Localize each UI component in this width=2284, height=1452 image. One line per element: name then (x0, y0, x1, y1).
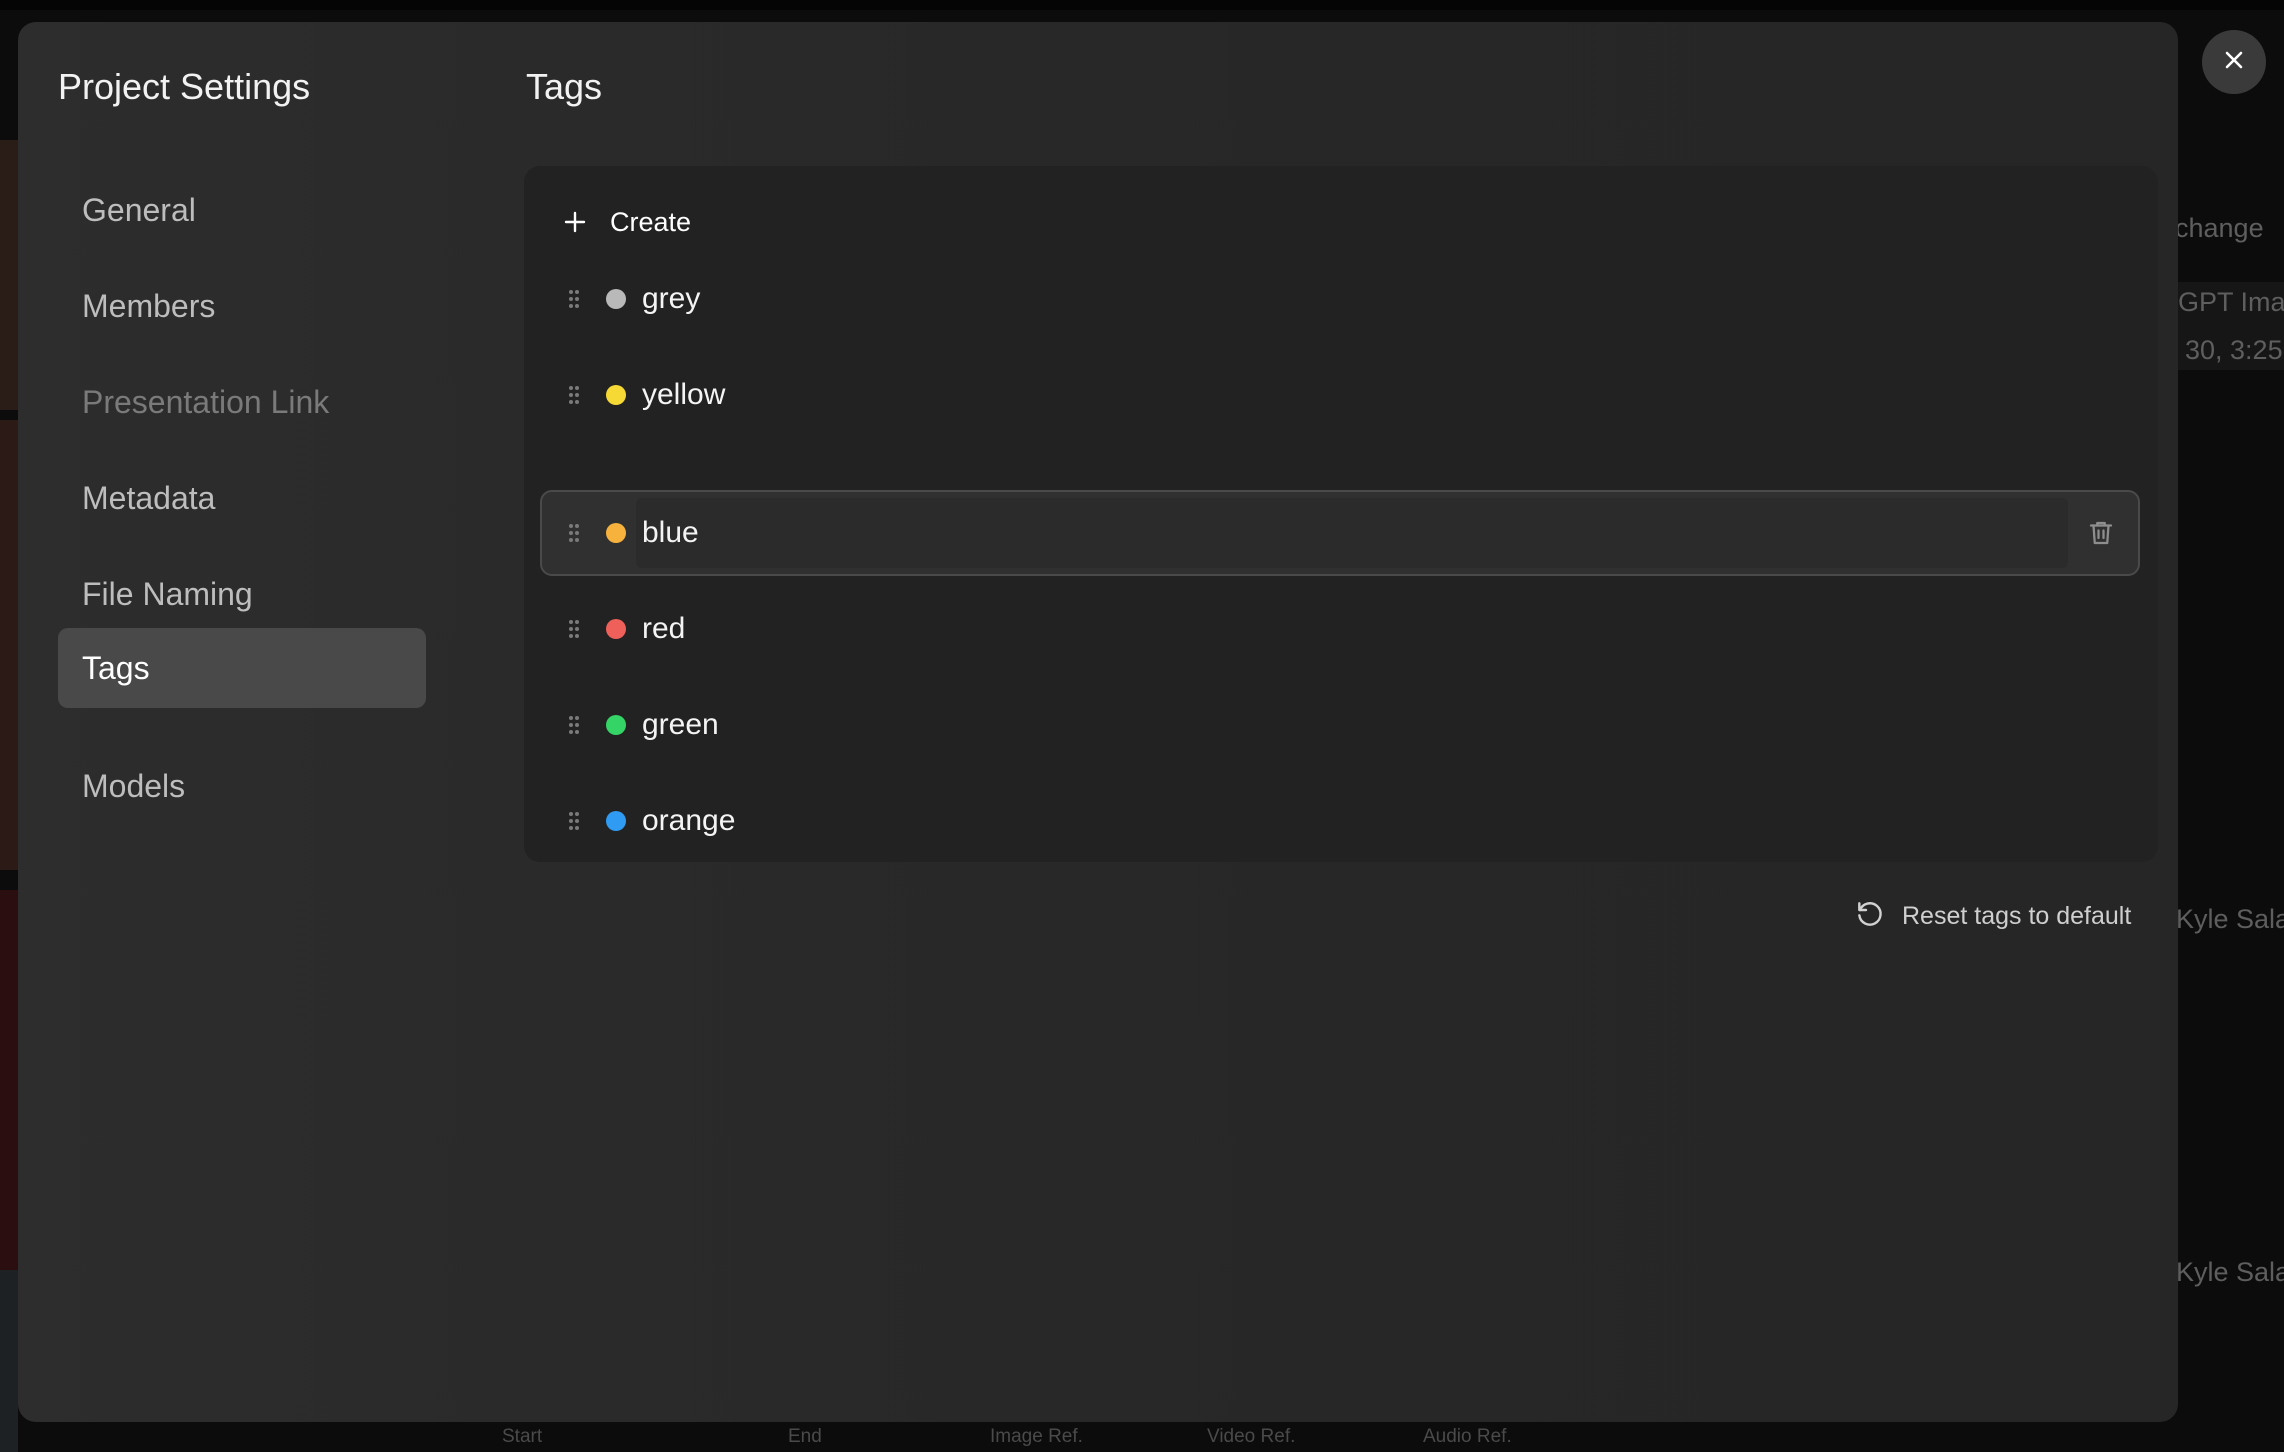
sidebar-item-metadata[interactable]: Metadata (58, 458, 426, 538)
background-top-strip (0, 0, 2284, 10)
background-bottom-label: Audio Ref. (1423, 1426, 1512, 1447)
sidebar-item-label: General (82, 191, 196, 228)
tag-row-hovered[interactable]: blue (540, 490, 2140, 576)
background-text: . 30, 3:25 (2170, 335, 2283, 365)
sidebar-title: Project Settings (58, 66, 311, 107)
sidebar-item-label: Metadata (82, 479, 216, 516)
create-tag-button[interactable]: Create (540, 182, 2140, 262)
tag-color-dot (606, 523, 626, 543)
plus-icon (564, 205, 610, 239)
sidebar-item-label: Models (82, 767, 186, 804)
background-thumbnail (0, 420, 18, 870)
drag-handle-icon[interactable] (542, 619, 598, 639)
reset-tags-button[interactable]: Reset tags to default (1854, 896, 2131, 936)
background-thumbnail (0, 140, 18, 410)
tag-row[interactable]: green (540, 682, 2140, 768)
tag-color-dot (606, 811, 626, 831)
tag-row[interactable]: grey (540, 256, 2140, 342)
tag-color-dot (606, 619, 626, 639)
drag-handle-icon[interactable] (542, 811, 598, 831)
sidebar-item-label: File Naming (82, 575, 253, 612)
close-icon (2222, 48, 2246, 77)
create-tag-label: Create (610, 206, 692, 237)
sidebar-item-presentation-link[interactable]: Presentation Link (58, 362, 426, 442)
settings-content: Tags Create grey yellow blue red green o… (508, 22, 2178, 1422)
tag-label: grey (642, 282, 701, 315)
sidebar-item-models[interactable]: Models (58, 746, 426, 826)
background-thumbnail (0, 890, 18, 1270)
drag-handle-icon[interactable] (542, 523, 598, 543)
drag-handle-icon[interactable] (542, 385, 598, 405)
tag-color-dot (606, 715, 626, 735)
background-bottom-bar: Start End Image Ref. Video Ref. Audio Re… (0, 1420, 2284, 1452)
tag-label: blue (642, 516, 699, 549)
sidebar-item-file-naming[interactable]: File Naming (58, 554, 426, 634)
background-text: Kyle Sala (2176, 904, 2284, 934)
sidebar-item-label: Presentation Link (82, 383, 330, 420)
background-bottom-label: Image Ref. (990, 1426, 1083, 1447)
close-button[interactable] (2202, 30, 2266, 94)
settings-sidebar: Project Settings General Members Present… (18, 22, 488, 1422)
drag-handle-icon[interactable] (542, 289, 598, 309)
drag-handle-icon[interactable] (542, 715, 598, 735)
tag-label: green (642, 708, 719, 741)
sidebar-item-general[interactable]: General (58, 170, 426, 250)
tag-color-dot (606, 385, 626, 405)
tag-row[interactable]: orange (540, 778, 2140, 864)
sidebar-item-tags[interactable]: Tags (58, 628, 426, 708)
background-text: Kyle Sala (2176, 1257, 2284, 1287)
tag-row[interactable]: red (540, 586, 2140, 672)
trash-icon[interactable] (2086, 518, 2116, 548)
background-bottom-label: End (788, 1426, 822, 1447)
tag-label: red (642, 612, 686, 645)
tag-color-dot (606, 289, 626, 309)
background-bottom-label: Video Ref. (1207, 1426, 1296, 1447)
tag-row[interactable]: yellow (540, 352, 2140, 438)
sidebar-item-members[interactable]: Members (58, 266, 426, 346)
tag-label: yellow (642, 378, 726, 411)
reset-icon (1854, 898, 1886, 935)
tag-label: orange (642, 804, 736, 837)
page-title: Tags (526, 66, 603, 107)
reset-tags-label: Reset tags to default (1902, 901, 2132, 930)
project-settings-modal: Project Settings General Members Present… (18, 22, 2178, 1422)
background-text: GPT Imag (2178, 287, 2284, 317)
sidebar-item-label: Members (82, 287, 216, 324)
tag-list: Create grey yellow blue red green orange (524, 166, 2158, 862)
tag-label-editor[interactable] (636, 498, 2068, 568)
background-bottom-label: Start (502, 1426, 543, 1447)
sidebar-item-label: Tags (82, 649, 150, 686)
